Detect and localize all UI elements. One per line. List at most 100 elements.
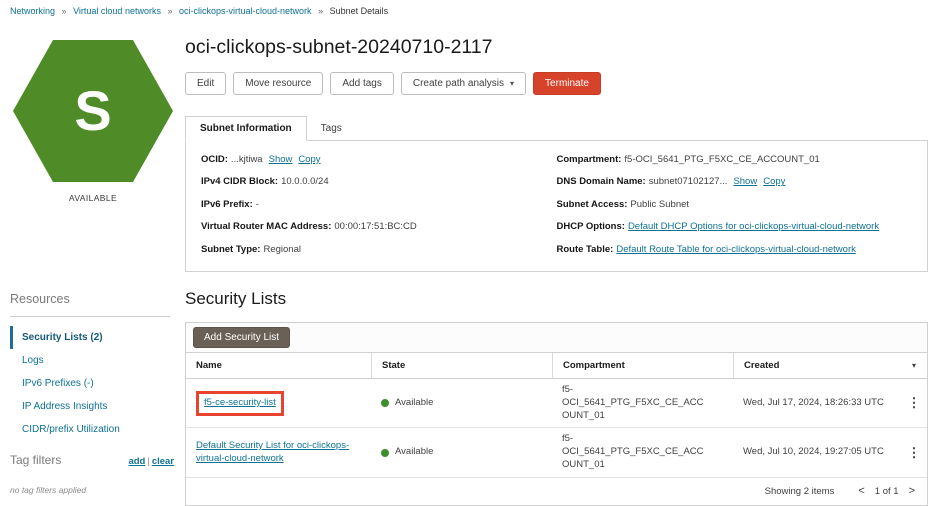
dhcp-options-link[interactable]: Default DHCP Options for oci-clickops-vi… [628,221,879,232]
info-column-right: Compartment:f5-OCI_5641_PTG_F5XC_CE_ACCO… [557,155,913,257]
page-title: oci-clickops-subnet-20240710-2117 [185,36,928,58]
table-header-row: Name State Compartment Created ▾ [186,353,927,379]
field-label: IPv4 CIDR Block: [201,176,278,187]
breadcrumb-separator: » [318,6,323,16]
sort-caret-icon[interactable]: ▾ [901,353,927,378]
security-list-link[interactable]: Default Security List for oci-clickops-v… [196,440,349,464]
field-subnet-access: Subnet Access:Public Subnet [557,200,913,211]
resources-heading: Resources [10,292,70,306]
tab-bar: Subnet Information Tags [185,116,928,140]
tab-tags[interactable]: Tags [307,117,356,140]
add-tags-button[interactable]: Add tags [330,72,393,95]
breadcrumb-link-vcn[interactable]: oci-clickops-virtual-cloud-network [179,6,312,16]
state-label: Available [395,397,433,410]
field-ipv6-prefix: IPv6 Prefix:- [201,200,557,211]
column-header-name[interactable]: Name [186,353,371,378]
main-content: oci-clickops-subnet-20240710-2117 Edit M… [185,30,928,506]
tag-filters-add-link[interactable]: add [128,456,145,467]
subnet-hexagon-icon: S [13,40,173,182]
status-dot-icon [381,449,389,457]
field-subnet-type: Subnet Type:Regional [201,245,557,256]
state-cell: Available [371,392,552,415]
kebab-menu-icon[interactable]: ⋮ [901,395,927,411]
sidebar-divider [10,316,170,317]
field-label: Subnet Type: [201,244,260,255]
route-table-link[interactable]: Default Route Table for oci-clickops-vir… [616,244,856,255]
tag-filters-clear-link[interactable]: clear [152,456,174,467]
move-resource-button[interactable]: Move resource [233,72,323,95]
tab-subnet-information[interactable]: Subnet Information [185,116,307,141]
table-toolbar: Add Security List [186,323,927,353]
field-value: subnet07102127... [649,176,728,187]
field-router-mac: Virtual Router MAC Address:00:00:17:51:B… [201,222,557,233]
field-dns-domain: DNS Domain Name:subnet07102127... Show Cop… [557,177,913,188]
field-label: Virtual Router MAC Address: [201,221,331,232]
ocid-show-link[interactable]: Show [269,154,293,165]
compartment-cell: f5-OCI_5641_PTG_F5XC_CE_ACCOUNT_01 [552,428,720,476]
table-row: Default Security List for oci-clickops-v… [186,428,927,477]
field-label: DHCP Options: [557,221,625,232]
column-header-state[interactable]: State [371,353,552,378]
sidebar-item-logs[interactable]: Logs [10,349,174,372]
table-footer: Showing 2 items < 1 of 1 > [186,478,927,505]
security-list-link[interactable]: f5-ce-security-list [204,397,276,408]
security-lists-table: Add Security List Name State Compartment… [185,322,928,506]
field-value: 00:00:17:51:BC:CD [334,221,416,232]
showing-items-label: Showing 2 items [765,486,835,497]
created-cell: Wed, Jul 17, 2024, 18:26:33 UTC [733,392,901,415]
field-value: 10.0.0.0/24 [281,176,329,187]
compartment-cell: f5-OCI_5641_PTG_F5XC_CE_ACCOUNT_01 [552,379,720,427]
field-route-table: Route Table:Default Route Table for oci-… [557,245,913,256]
field-label: Subnet Access: [557,199,628,210]
table-row: f5-ce-security-list Available f5-OCI_564… [186,379,927,428]
field-value: - [256,199,259,210]
field-label: DNS Domain Name: [557,176,646,187]
column-header-created[interactable]: Created [733,353,901,378]
field-label: IPv6 Prefix: [201,199,253,210]
tag-filters-heading: Tag filters [10,453,61,467]
field-ocid: OCID:...kjtiwa Show Copy [201,155,557,166]
field-label: OCID: [201,154,228,165]
state-label: Available [395,446,433,459]
column-header-compartment[interactable]: Compartment [552,353,733,378]
field-value: Regional [263,244,301,255]
field-value: ...kjtiwa [231,154,263,165]
field-dhcp-options: DHCP Options:Default DHCP Options for oc… [557,222,913,233]
sidebar-item-ip-address-insights[interactable]: IP Address Insights [10,395,174,418]
add-security-list-button[interactable]: Add Security List [193,327,290,348]
edit-button[interactable]: Edit [185,72,226,95]
subnet-icon-letter: S [74,83,111,139]
status-badge: AVAILABLE [13,193,173,203]
status-dot-icon [381,399,389,407]
resources-nav: Security Lists (2) Logs IPv6 Prefixes (-… [10,326,174,441]
sidebar-item-cidr-prefix-utilization[interactable]: CIDR/prefix Utilization [10,418,174,441]
dns-copy-link[interactable]: Copy [763,176,785,187]
field-value: f5-OCI_5641_PTG_F5XC_CE_ACCOUNT_01 [624,154,819,165]
info-column-left: OCID:...kjtiwa Show Copy IPv4 CIDR Block:1… [201,155,557,257]
created-cell: Wed, Jul 10, 2024, 19:27:05 UTC [733,441,901,464]
create-path-analysis-button[interactable]: Create path analysis ▾ [401,72,526,95]
field-value: Public Subnet [630,199,689,210]
field-ipv4-cidr: IPv4 CIDR Block:10.0.0.0/24 [201,177,557,188]
subnet-information-panel: OCID:...kjtiwa Show Copy IPv4 CIDR Block:1… [185,140,928,272]
kebab-menu-icon[interactable]: ⋮ [901,445,927,461]
dns-show-link[interactable]: Show [733,176,757,187]
create-path-analysis-label: Create path analysis [413,78,504,89]
action-bar: Edit Move resource Add tags Create path … [185,72,928,95]
highlight-box: f5-ce-security-list [196,391,284,416]
tag-filters-empty-note: no tag filters applied [10,485,86,495]
sidebar-item-security-lists[interactable]: Security Lists (2) [10,326,174,349]
sidebar: S AVAILABLE Resources Security Lists (2)… [0,0,180,496]
field-label: Compartment: [557,154,622,165]
sidebar-item-ipv6-prefixes[interactable]: IPv6 Prefixes (-) [10,372,174,395]
security-lists-heading: Security Lists [185,289,928,309]
tag-filters: Tag filters add|clear [10,453,174,467]
ocid-copy-link[interactable]: Copy [298,154,320,165]
breadcrumb-current: Subnet Details [330,6,389,16]
field-compartment: Compartment:f5-OCI_5641_PTG_F5XC_CE_ACCO… [557,155,913,166]
caret-down-icon: ▾ [510,79,514,88]
page-indicator: 1 of 1 [875,486,899,497]
terminate-button[interactable]: Terminate [533,72,601,95]
field-label: Route Table: [557,244,614,255]
name-cell: Default Security List for oci-clickops-v… [186,435,371,471]
